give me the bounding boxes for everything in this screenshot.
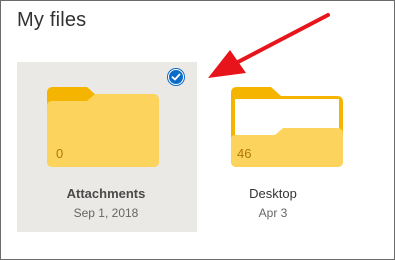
page-title: My files xyxy=(17,9,87,31)
folder-name: Attachments xyxy=(66,186,146,201)
folder-item-count: 46 xyxy=(237,146,252,161)
folder-date: Sep 1, 2018 xyxy=(73,206,139,220)
folder-date: Apr 3 xyxy=(258,206,288,220)
folder-name: Desktop xyxy=(249,186,297,201)
checkmark-circle-icon[interactable] xyxy=(168,69,184,85)
red-arrow-annotation xyxy=(200,10,335,87)
folder-icon xyxy=(47,87,159,167)
folder-item-count: 0 xyxy=(56,146,64,161)
